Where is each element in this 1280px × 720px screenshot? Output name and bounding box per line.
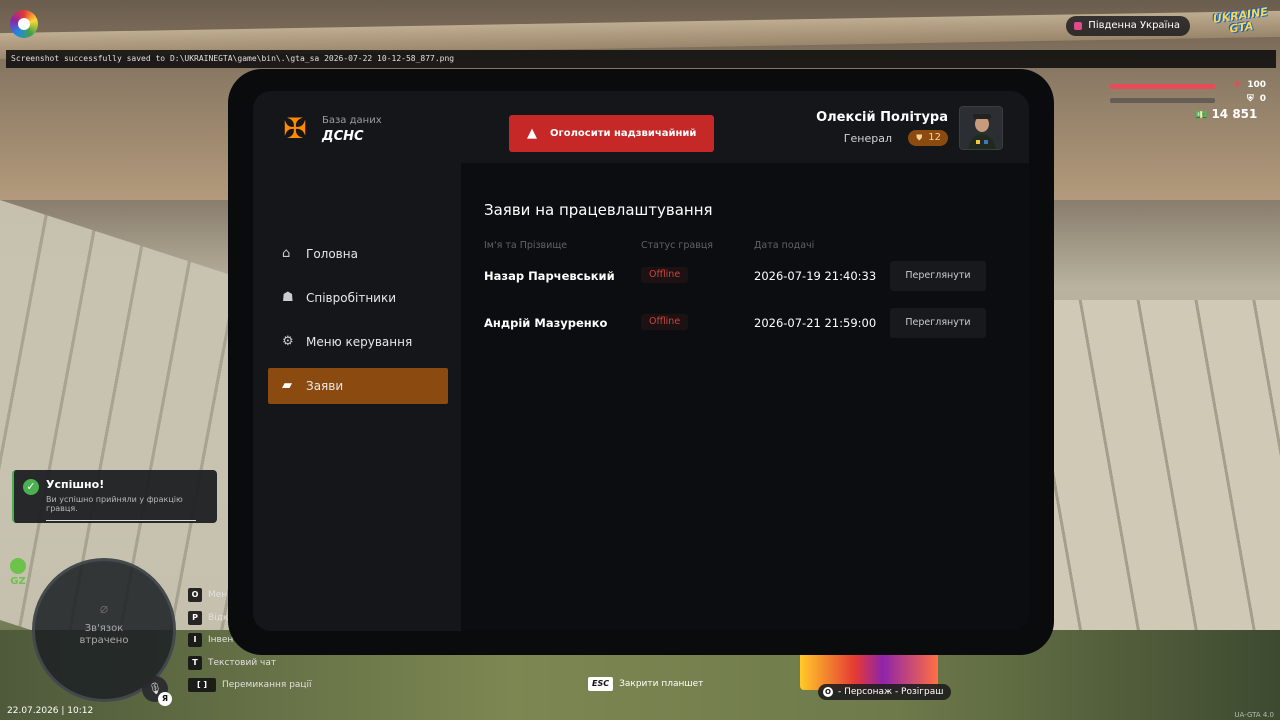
- rank-icon: ⛊: [916, 133, 923, 142]
- user-rank: Генерал: [843, 132, 892, 145]
- user-profile: Олексій Політура Генерал ⛊ 12: [813, 106, 1003, 150]
- column-header-date: Дата подачі: [754, 240, 815, 251]
- color-wheel-icon: [10, 10, 38, 38]
- emergency-button[interactable]: ▲ Оголосити надзвичайний стан: [509, 115, 714, 176]
- keybind-row: T Текстовий чат: [188, 655, 312, 679]
- dsns-emblem-icon: ✠: [283, 112, 307, 145]
- armor-value: ⛨ 0: [1246, 94, 1266, 104]
- tablet-screen: ✠ База даних ДСНС ▲ Оголосити надзвичайн…: [253, 91, 1029, 631]
- sidebar-item-applications[interactable]: ▰ Заяви: [268, 368, 448, 404]
- gear-icon: ⚙: [282, 334, 294, 349]
- version-label: UA-GTA 4.0: [1234, 711, 1274, 719]
- user-name: Олексій Політура: [816, 110, 948, 125]
- brand-subtitle: База даних: [322, 115, 382, 126]
- screenshot-message: Screenshot successfully saved to D:\UKRA…: [6, 50, 1276, 68]
- money-icon: 💵: [1195, 110, 1208, 121]
- toast-message: Ви успішно прийняли у фракцію гравця.: [46, 495, 183, 513]
- sidebar-item-employees[interactable]: ☗ Співробітники: [268, 280, 448, 316]
- submit-date: 2026-07-19 21:40:33: [754, 269, 877, 283]
- toast-title: Успішно!: [46, 478, 105, 491]
- applicant-name: Андрій Мазуренко: [484, 316, 608, 330]
- keybind-row: [ ] Перемикання рації: [188, 678, 312, 701]
- rank-badge: ⛊ 12: [908, 130, 948, 146]
- home-icon: ⌂: [282, 246, 291, 261]
- success-toast: ✓ Успішно! Ви успішно прийняли у фракцію…: [12, 470, 217, 523]
- shield-icon: [10, 558, 26, 574]
- date-time: 22.07.2026 | 10:12: [7, 706, 94, 716]
- mic-key: Я: [158, 692, 172, 706]
- status-badge: Offline: [641, 314, 689, 330]
- view-button[interactable]: Переглянути: [890, 308, 986, 338]
- applications-panel: Заяви на працевлаштування Ім'я та Прізви…: [461, 163, 1029, 631]
- status-badge: Offline: [641, 267, 689, 283]
- folder-icon: ▰: [282, 378, 292, 393]
- health-bar: [1110, 84, 1215, 89]
- health-icon: ✚: [1233, 80, 1242, 90]
- region-badge: Південна Україна: [1066, 16, 1190, 36]
- radar-status: Зв'язок втрачено: [79, 623, 129, 646]
- column-header-status: Статус гравця: [641, 240, 714, 251]
- armor-bar: [1110, 98, 1215, 103]
- sidebar: ⌂ Головна ☗ Співробітники ⚙ Меню керуван…: [268, 236, 448, 412]
- toast-progress: [46, 520, 196, 521]
- sidebar-item-management[interactable]: ⚙ Меню керування: [268, 324, 448, 360]
- region-label: Південна Україна: [1088, 20, 1180, 31]
- avatar: [959, 106, 1003, 150]
- table-row: Андрій Мазуренко Offline 2026-07-21 21:5…: [461, 308, 1029, 338]
- users-icon: ☗: [282, 290, 294, 305]
- view-button[interactable]: Переглянути: [890, 261, 986, 291]
- no-signal-icon: ⌀: [99, 601, 109, 617]
- esc-key: ESC: [588, 677, 614, 691]
- sidebar-item-home[interactable]: ⌂ Головна: [268, 236, 448, 272]
- armor-icon: ⛨: [1246, 94, 1254, 104]
- column-header-name: Ім'я та Прізвище: [484, 240, 568, 251]
- region-icon: [1074, 22, 1083, 30]
- page-title: Заяви на працевлаштування: [484, 201, 713, 219]
- tablet-frame: ✠ База даних ДСНС ▲ Оголосити надзвичайн…: [228, 69, 1054, 655]
- close-tablet-hint: ESC Закрити планшет: [588, 677, 703, 691]
- check-icon: ✓: [23, 479, 39, 495]
- money-display: 💵 14 851: [1195, 107, 1258, 121]
- microphone-button[interactable]: 🎙 Я: [142, 676, 172, 706]
- table-row: Назар Парчевський Offline 2026-07-19 21:…: [461, 261, 1029, 291]
- health-value: ✚ 100: [1233, 80, 1266, 90]
- applicant-name: Назар Парчевський: [484, 269, 615, 283]
- greenzone-indicator: GZ: [9, 558, 27, 590]
- warning-icon: ▲: [527, 126, 537, 141]
- brand-title: ДСНС: [322, 129, 364, 144]
- promo-label: O- Персонаж - Розіграш: [818, 684, 952, 700]
- submit-date: 2026-07-21 21:59:00: [754, 316, 877, 330]
